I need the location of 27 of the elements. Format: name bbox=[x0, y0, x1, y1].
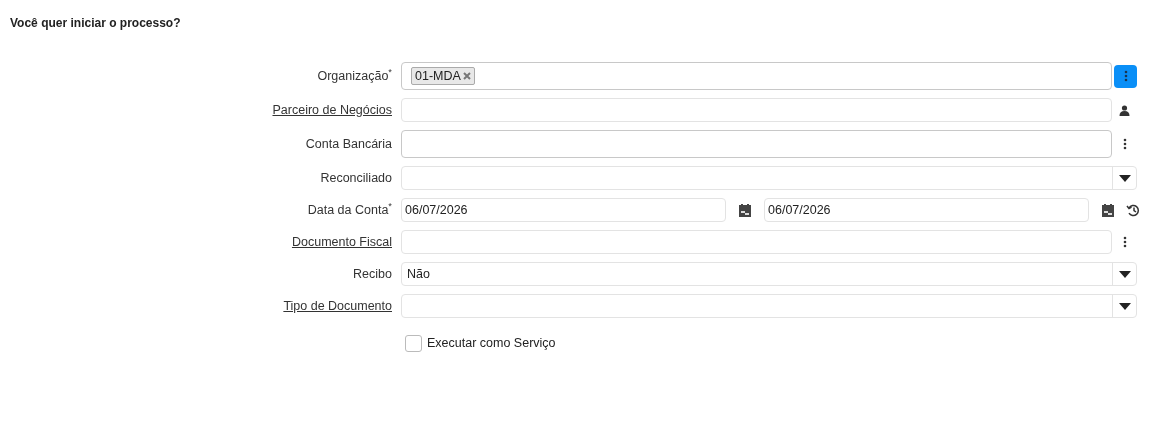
input-field[interactable] bbox=[401, 98, 1112, 122]
field-label: Data da Conta$^{*}$ bbox=[307, 200, 392, 219]
person-icon[interactable] bbox=[1119, 104, 1130, 116]
date-field[interactable]: 06/07/2026 bbox=[401, 198, 726, 222]
checkbox-label: Executar como Serviço bbox=[427, 335, 556, 352]
field-label-link[interactable]: Tipo de Documento bbox=[283, 296, 392, 316]
select-field[interactable] bbox=[401, 166, 1137, 190]
field-label-link[interactable]: Documento Fiscal bbox=[291, 232, 392, 252]
calendar-icon[interactable] bbox=[1102, 203, 1114, 217]
history-icon[interactable] bbox=[1126, 203, 1140, 217]
calendar-icon[interactable] bbox=[739, 203, 751, 217]
input-field[interactable] bbox=[401, 130, 1112, 158]
menu-button[interactable] bbox=[1114, 64, 1137, 88]
select-field[interactable] bbox=[401, 294, 1137, 318]
date-field[interactable]: 06/07/2026 bbox=[764, 198, 1089, 222]
close-icon[interactable] bbox=[462, 72, 471, 80]
field-label-link[interactable]: Parceiro de Negócios bbox=[272, 100, 392, 120]
tag-chip: 01-MDA bbox=[411, 67, 475, 85]
tag-input-field[interactable]: 01-MDA bbox=[401, 62, 1112, 90]
field-label: Conta Bancária bbox=[305, 135, 392, 153]
field-label: Reconciliado bbox=[320, 169, 392, 187]
input-field[interactable] bbox=[401, 230, 1112, 254]
checkbox[interactable] bbox=[405, 334, 422, 352]
select-field[interactable]: Não bbox=[401, 262, 1137, 286]
field-label: Organização$^{*}$ bbox=[317, 66, 392, 85]
field-label: Recibo bbox=[353, 265, 392, 283]
dialog-title: Você quer iniciar o processo? bbox=[10, 15, 181, 32]
